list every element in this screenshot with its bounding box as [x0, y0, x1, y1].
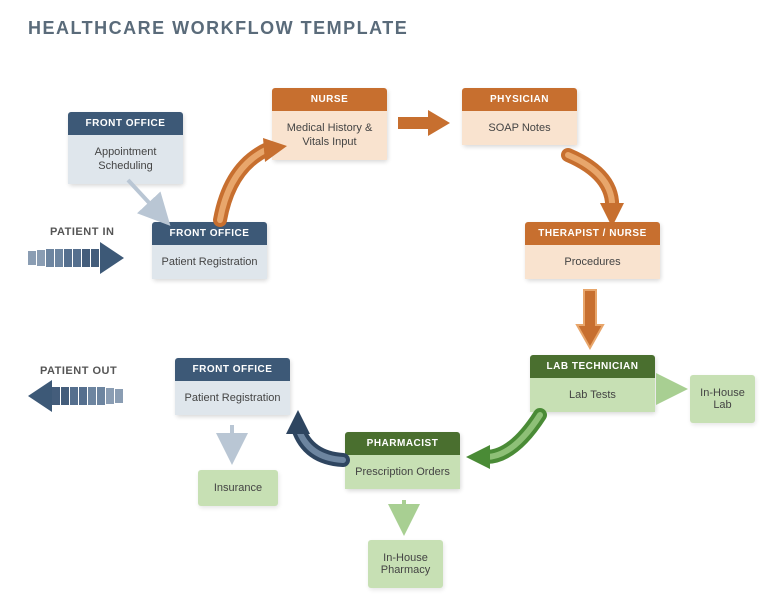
patient-in-arrow — [28, 242, 124, 274]
arrow-physician-to-therapist — [560, 155, 640, 230]
node-body: SOAP Notes — [462, 111, 577, 145]
arrow-reg-to-nurse — [215, 140, 295, 230]
node-body: Procedures — [525, 245, 660, 279]
node-appointment: FRONT OFFICE Appointment Scheduling — [68, 112, 183, 184]
node-header: NURSE — [272, 88, 387, 111]
node-registration-out: FRONT OFFICE Patient Registration — [175, 358, 290, 415]
node-lab: LAB TECHNICIAN Lab Tests — [530, 355, 655, 412]
arrow-pharmacist-to-reg — [288, 418, 358, 478]
node-body: Patient Registration — [175, 381, 290, 415]
node-physician: PHYSICIAN SOAP Notes — [462, 88, 577, 145]
node-header: LAB TECHNICIAN — [530, 355, 655, 378]
arrow-nurse-to-physician — [398, 108, 453, 138]
arrow-pharmacist-to-inhouse — [397, 500, 411, 538]
arrow-reg-to-insurance — [225, 425, 239, 467]
aux-insurance: Insurance — [198, 470, 278, 506]
node-header: PHYSICIAN — [462, 88, 577, 111]
arrow-lab-to-inhouse — [658, 382, 690, 396]
node-header: FRONT OFFICE — [175, 358, 290, 381]
node-body: Patient Registration — [152, 245, 267, 279]
node-body: Prescription Orders — [345, 455, 460, 489]
node-header: FRONT OFFICE — [68, 112, 183, 135]
arrow-appt-to-reg — [120, 175, 180, 230]
node-pharmacist: PHARMACIST Prescription Orders — [345, 432, 460, 489]
aux-inhouse-lab: In-House Lab — [690, 375, 755, 423]
node-body: Lab Tests — [530, 378, 655, 412]
node-therapist: THERAPIST / NURSE Procedures — [525, 222, 660, 279]
page-title: HEALTHCARE WORKFLOW TEMPLATE — [28, 18, 408, 39]
patient-out-label: PATIENT OUT — [40, 365, 117, 377]
arrow-therapist-to-lab — [575, 290, 605, 350]
node-header: PHARMACIST — [345, 432, 460, 455]
patient-out-arrow — [28, 380, 124, 412]
aux-inhouse-pharmacy: In-House Pharmacy — [368, 540, 443, 588]
node-registration: FRONT OFFICE Patient Registration — [152, 222, 267, 279]
patient-in-label: PATIENT IN — [50, 226, 114, 238]
arrow-lab-to-pharmacist — [468, 415, 548, 475]
